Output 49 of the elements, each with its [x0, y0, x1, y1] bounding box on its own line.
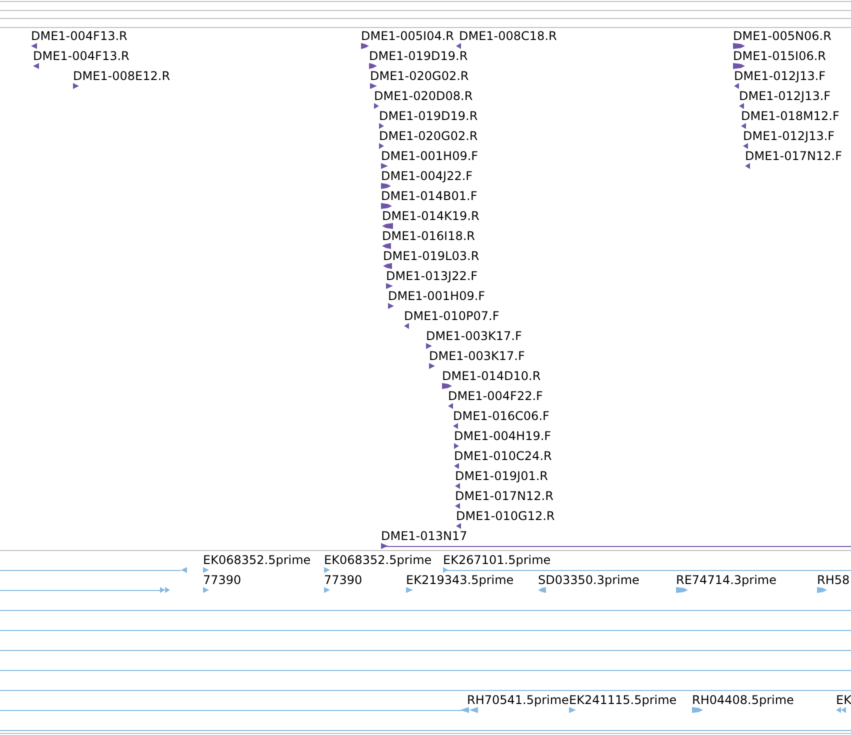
feature-label: DME1-019J01.R: [455, 469, 548, 483]
feature-label: DME1-004F13.R: [33, 49, 130, 63]
feature-label: DME1-004J22.F: [381, 169, 473, 183]
feature-label: DME1-019L03.R: [383, 249, 480, 263]
feature-label: DME1-017N12.F: [745, 149, 842, 163]
feature-label: DME1-012J13.F: [743, 129, 835, 143]
feature-label: DME1-010G12.R: [456, 509, 555, 523]
feature-label: RH70541.5prime: [467, 693, 569, 707]
feature-label: DME1-019D19.R: [369, 49, 468, 63]
feature-label: RH04408.5prime: [692, 693, 794, 707]
feature-label: DME1-003K17.F: [429, 349, 525, 363]
feature-label: DME1-004F22.F: [448, 389, 543, 403]
feature-label: DME1-014K19.R: [382, 209, 480, 223]
feature-label: DME1-016I18.R: [382, 229, 476, 243]
feature-label: DME1-014B01.F: [381, 189, 478, 203]
feature-label: DME1-020G02.R: [370, 69, 469, 83]
feature-label: DME1-020D08.R: [374, 89, 473, 103]
feature-label: DME1-015I06.R: [733, 49, 826, 63]
feature-label: DME1-013J22.F: [386, 269, 478, 283]
feature-label: DME1-019D19.R: [379, 109, 478, 123]
feature-label: DME1-004H19.F: [454, 429, 552, 443]
feature-label: EK241115.5prime: [569, 693, 677, 707]
feature-label: DME1-012J13.F: [734, 69, 826, 83]
feature-label: DME1-014D10.R: [442, 369, 541, 383]
feature-label: DME1-001H09.F: [381, 149, 478, 163]
feature-label: DME1-008E12.R: [73, 69, 170, 83]
feature-label: 77390: [324, 573, 362, 587]
feature-label: DME1-004F13.R: [31, 29, 128, 43]
feature-label: RE74714.3prime: [676, 573, 776, 587]
feature-label: RH58: [817, 573, 850, 587]
feature-label: DME1-020G02.R: [379, 129, 478, 143]
feature-label: 77390: [203, 573, 242, 587]
feature-label: DME1-016C06.F: [453, 409, 550, 423]
feature-label: SD03350.3prime: [538, 573, 640, 587]
feature-label: DME1-012J13.F: [739, 89, 831, 103]
feature-label: DME1-008C18.R: [459, 29, 557, 43]
feature-label: DME1-010C24.R: [454, 449, 552, 463]
feature-label: DME1-017N12.R: [455, 489, 554, 503]
feature-label: EK219343.5prime: [406, 573, 514, 587]
feature-label: DME1-005I04.R: [361, 29, 454, 43]
feature-label: DME1-018M12.F: [741, 109, 840, 123]
feature-label: EK068352.5prime: [203, 553, 311, 567]
feature-label: EK068352.5prime: [324, 553, 432, 567]
feature-label: DME1-005N06.R: [733, 29, 832, 43]
feature-label: DME1-001H09.F: [388, 289, 486, 303]
feature-label: DME1-003K17.F: [426, 329, 522, 343]
feature-label: DME1-010P07.F: [404, 309, 500, 323]
feature-label: EK267101.5prime: [443, 553, 551, 567]
feature-label: DME1-013N17: [381, 529, 468, 543]
